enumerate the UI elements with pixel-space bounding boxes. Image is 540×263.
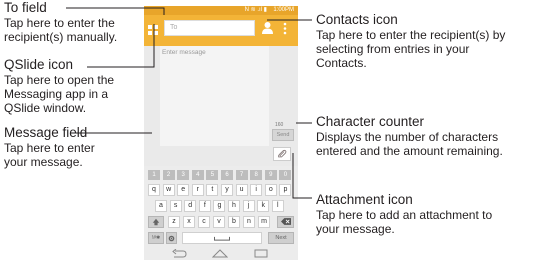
attachment-leader [292, 153, 312, 199]
manual-diagram: { "callouts": { "to_field": {"title": "T… [0, 0, 540, 263]
qslide-leader [87, 24, 155, 68]
to-field-leader [66, 7, 165, 15]
leader-lines [66, 7, 312, 199]
